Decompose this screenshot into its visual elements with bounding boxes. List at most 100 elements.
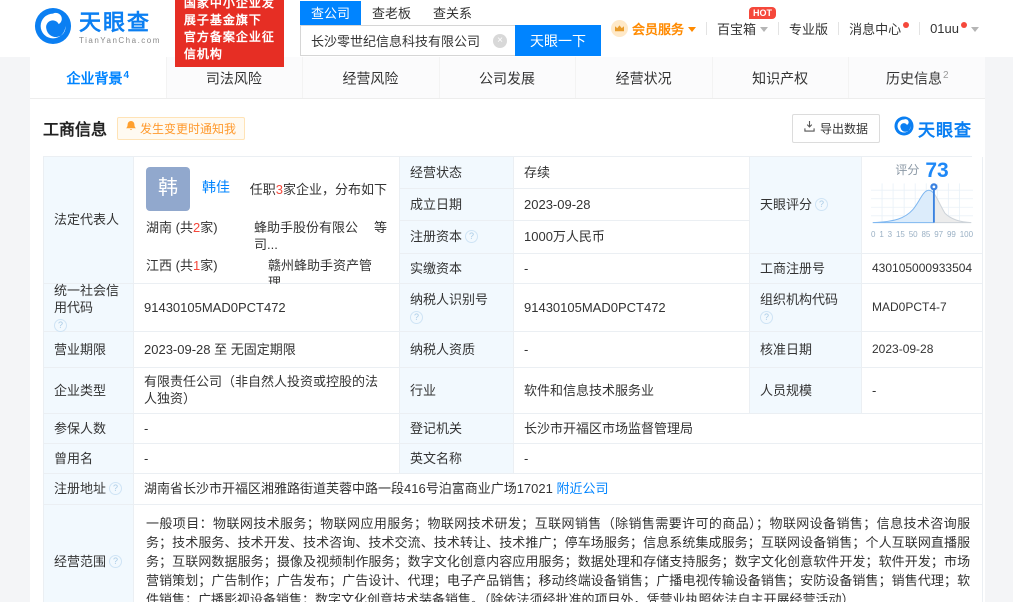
bell-icon: [126, 121, 137, 135]
org-code-value: MAD0PCT4-7: [862, 283, 984, 332]
region-row-hunan: 湖南 (共2家) 蜂助手股份有限公司... 等: [146, 219, 387, 253]
tab-intellectual-property[interactable]: 知识产权: [713, 57, 850, 98]
score-caption: 评分: [895, 162, 920, 177]
reg-number-value: 430105000933504: [862, 253, 984, 284]
company-type-value: 有限责任公司（非自然人投资或控股的法人独资）: [134, 367, 400, 414]
business-scope-value: 一般项目：物联网技术服务；物联网应用服务；物联网技术研发；互联网销售（除销售需要…: [134, 504, 984, 602]
credit-code-value: 91430105MAD0PCT472: [134, 283, 400, 332]
taxpayer-quality-label: 纳税人资质: [400, 331, 514, 368]
reg-capital-label: 注册资本?: [400, 220, 514, 254]
tianyancha-logo-icon: [34, 7, 72, 50]
help-icon[interactable]: ?: [410, 310, 423, 324]
search-tab-relation[interactable]: 查关系: [422, 1, 483, 25]
nearby-companies-link[interactable]: 附近公司: [556, 480, 608, 497]
export-data-button[interactable]: 导出数据: [791, 113, 880, 143]
search-area: 查公司 查老板 查关系 × 天眼一下: [300, 1, 602, 56]
tianyan-score-label: 天眼评分?: [750, 156, 862, 254]
company-detail-card: 企业背景4 司法风险 经营风险 公司发展 经营状况 知识产权 历史信息2 工商信…: [30, 57, 985, 602]
gov-badge-line1: 国家中小企业发展子基金旗下: [183, 0, 275, 27]
tianyancha-logo-icon: [894, 116, 914, 141]
tab-operation-risk[interactable]: 经营风险: [303, 57, 440, 98]
legal-rep-name-link[interactable]: 韩佳: [202, 179, 230, 196]
search-button[interactable]: 天眼一下: [515, 25, 602, 56]
menu-toolbox[interactable]: 百宝箱 HOT: [707, 7, 778, 38]
search-input[interactable]: [300, 25, 516, 56]
tianyancha-logo[interactable]: 天眼查 TianYanCha.com: [34, 7, 161, 50]
top-menu: 会员服务 百宝箱 HOT 专业版 消息中心 01uu: [601, 7, 989, 38]
industry-label: 行业: [400, 367, 514, 414]
tab-company-background[interactable]: 企业背景4: [30, 57, 167, 98]
caret-down-icon: [971, 27, 979, 32]
clear-icon[interactable]: ×: [493, 34, 508, 48]
taxpayer-id-value: 91430105MAD0PCT472: [514, 283, 750, 332]
credit-code-label: 统一社会信用代码?: [44, 283, 134, 333]
legal-rep-tenure: 任职3家企业，分布如下: [249, 181, 387, 197]
biz-term-value: 2023-09-28 至 无固定期限: [134, 331, 400, 368]
detail-nav-tabs: 企业背景4 司法风险 经营风险 公司发展 经营状况 知识产权 历史信息2: [30, 57, 985, 99]
search-tab-company[interactable]: 查公司: [300, 1, 362, 25]
former-name-value: -: [134, 443, 400, 474]
org-code-label: 组织机构代码?: [750, 283, 862, 332]
reg-address-value: 湖南省长沙市开福区湘雅路街道芙蓉中路一段416号泊富商业广场17021 附近公司: [134, 473, 984, 505]
status-label: 经营状态: [400, 156, 514, 189]
tab-operation-status[interactable]: 经营状况: [576, 57, 713, 98]
tab-judicial-risk[interactable]: 司法风险: [167, 57, 304, 98]
tianyan-score-cell[interactable]: 评分 73 0 1 3 15 50 85 97 99 100: [862, 156, 984, 254]
staff-size-label: 人员规模: [750, 367, 862, 414]
menu-user-account[interactable]: 01uu: [920, 21, 989, 36]
insured-count-label: 参保人数: [44, 413, 134, 444]
taxpayer-quality-value: -: [514, 331, 750, 368]
paid-capital-value: -: [514, 253, 750, 284]
biz-term-label: 营业期限: [44, 331, 134, 368]
caret-down-icon: [760, 27, 769, 32]
help-icon[interactable]: ?: [815, 198, 829, 212]
score-distribution-chart: [871, 182, 974, 223]
reg-number-label: 工商注册号: [750, 253, 862, 284]
help-icon[interactable]: ?: [109, 554, 123, 568]
industry-value: 软件和信息技术服务业: [514, 367, 750, 414]
insured-count-value: -: [134, 413, 400, 444]
tab-company-development[interactable]: 公司发展: [440, 57, 577, 98]
est-date-label: 成立日期: [400, 188, 514, 221]
business-info-table: 法定代表人 韩 韩佳 任职3家企业，分布如下 湖南 (共2家) 蜂助手股份有限公…: [43, 155, 984, 602]
logo-domain: TianYanCha.com: [79, 36, 161, 45]
crown-icon: [611, 20, 629, 37]
taxpayer-id-label: 纳税人识别号?: [400, 283, 514, 332]
business-scope-label: 经营范围?: [44, 504, 134, 602]
search-row: × 天眼一下: [300, 25, 602, 56]
section-header: 工商信息 发生变更时通知我 导出数据 天眼查: [30, 99, 985, 154]
approval-date-label: 核准日期: [750, 331, 862, 368]
tab-history-info[interactable]: 历史信息2: [849, 57, 985, 98]
section-brand-logo: 天眼查: [894, 116, 972, 141]
avatar[interactable]: 韩: [146, 166, 190, 211]
score-axis-ticks: 0 1 3 15 50 85 97 99 100: [871, 229, 974, 239]
score-value: 73: [925, 158, 949, 182]
company-type-label: 企业类型: [44, 367, 134, 414]
paid-capital-label: 实缴资本: [400, 253, 514, 284]
menu-pro-version[interactable]: 专业版: [779, 19, 838, 38]
staff-size-value: -: [862, 367, 984, 414]
download-icon: [804, 121, 815, 135]
top-bar: 天眼查 TianYanCha.com 国家中小企业发展子基金旗下 官方备案企业征…: [0, 0, 1013, 67]
menu-vip-services[interactable]: 会员服务: [601, 19, 706, 38]
help-icon[interactable]: ?: [760, 310, 773, 324]
help-icon[interactable]: ?: [54, 319, 67, 333]
caret-down-icon: [688, 27, 697, 32]
region-company[interactable]: 蜂助手股份有限公司...: [254, 219, 360, 253]
hot-badge: HOT: [749, 7, 777, 19]
reg-capital-value: 1000万人民币: [514, 220, 750, 254]
former-name-label: 曾用名: [44, 443, 134, 474]
notification-dot: [903, 21, 910, 28]
reg-authority-label: 登记机关: [400, 413, 514, 444]
notification-dot: [961, 21, 967, 28]
english-name-value: -: [514, 443, 984, 474]
help-icon[interactable]: ?: [465, 230, 479, 244]
help-icon[interactable]: ?: [109, 482, 123, 496]
page: 天眼查 TianYanCha.com 国家中小企业发展子基金旗下 官方备案企业征…: [0, 0, 1013, 602]
english-name-label: 英文名称: [400, 443, 514, 474]
search-tab-boss[interactable]: 查老板: [361, 1, 422, 25]
section-title: 工商信息: [43, 122, 108, 140]
logo-text: 天眼查: [79, 10, 152, 35]
change-notify-button[interactable]: 发生变更时通知我: [117, 116, 246, 140]
menu-message-center[interactable]: 消息中心: [839, 19, 919, 38]
